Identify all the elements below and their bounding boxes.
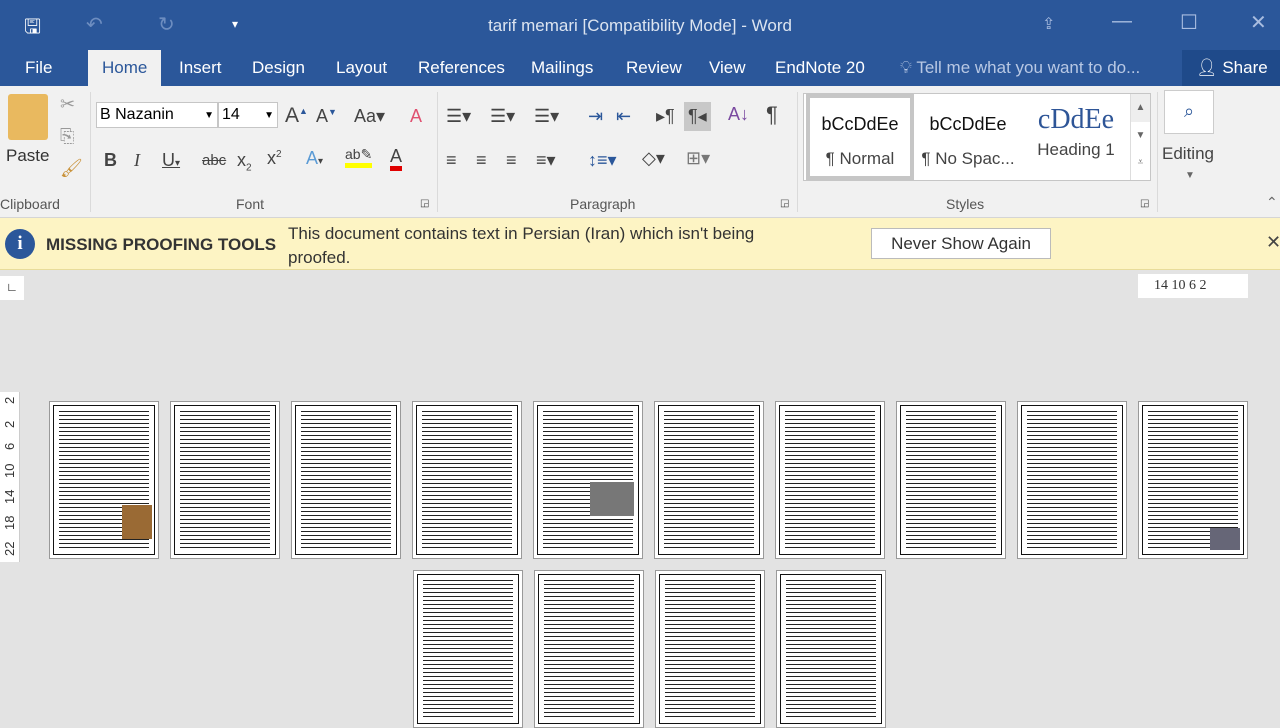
change-case-icon[interactable]: Aa▾ (354, 106, 385, 127)
line-spacing-icon[interactable]: ↕≡▾ (588, 150, 617, 171)
page-thumbnail[interactable] (170, 401, 280, 559)
message-title: MISSING PROOFING TOOLS (46, 235, 277, 254)
tab-endnote[interactable]: EndNote 20 (775, 58, 865, 78)
page-thumbnail[interactable] (291, 401, 401, 559)
window-title: tarif memari [Compatibility Mode] - Word (488, 16, 792, 35)
italic-icon[interactable]: I (134, 150, 140, 171)
tab-mailings[interactable]: Mailings (531, 58, 593, 78)
horizontal-ruler[interactable]: 14 10 6 2 (1138, 274, 1248, 298)
style-heading-1[interactable]: cDdEe Heading 1 (1022, 94, 1130, 180)
styles-gallery: bCcDdEe ¶ Normal bCcDdEe ¶ No Spac... cDdE… (803, 93, 1151, 181)
share-button[interactable]: 👤︎ Share (1182, 50, 1280, 86)
tab-selector[interactable]: ∟ (0, 276, 24, 300)
page-thumbnail[interactable] (775, 401, 885, 559)
ribbon-tabs: File Home Insert Design Layout Reference… (0, 50, 1280, 86)
align-right-icon[interactable]: ≡ (506, 150, 517, 171)
font-color-icon[interactable]: A (390, 146, 403, 171)
clear-formatting-icon[interactable]: A (410, 106, 422, 127)
vertical-ruler[interactable]: 2 2 6 10 14 18 22 (0, 392, 20, 562)
title-bar: 🖫 ↶ ↻ ▾ tarif memari [Compatibility Mode… (0, 0, 1280, 50)
style-normal[interactable]: bCcDdEe ¶ Normal (806, 94, 914, 180)
text-effects-icon[interactable]: A▾ (306, 148, 323, 169)
page-thumbnail[interactable] (413, 570, 523, 728)
font-dialog-launcher-icon[interactable]: ◲ (420, 198, 429, 209)
page-image (590, 482, 634, 516)
tab-file[interactable]: File (25, 58, 52, 78)
numbering-icon[interactable]: ☰▾ (490, 106, 515, 127)
tab-layout[interactable]: Layout (336, 58, 387, 78)
format-painter-icon[interactable]: 🖌︎ (60, 158, 83, 179)
decrease-indent-icon[interactable]: ⇥ (588, 106, 603, 127)
highlight-color-icon[interactable]: ab✎ (345, 146, 373, 168)
minimize-icon[interactable]: — (1112, 10, 1132, 33)
superscript-icon[interactable]: x2 (267, 148, 282, 169)
group-styles: Styles (946, 196, 985, 212)
rtl-icon[interactable]: ¶◂ (684, 102, 711, 131)
sort-icon[interactable]: A↓ (728, 104, 749, 125)
font-name-select[interactable]: B Nazanin ▼ (96, 102, 218, 128)
editing-button[interactable]: Editing (1162, 144, 1214, 164)
group-clipboard: Clipboard (0, 196, 60, 212)
paste-button[interactable]: Paste (6, 146, 49, 166)
tab-review[interactable]: Review (626, 58, 682, 78)
page-thumbnail[interactable] (533, 401, 643, 559)
tab-view[interactable]: View (709, 58, 746, 78)
page-thumbnail[interactable] (1017, 401, 1127, 559)
person-add-icon: 👤︎ (1196, 58, 1218, 77)
page-thumbnail[interactable] (655, 570, 765, 728)
underline-icon[interactable]: U▾ (162, 150, 180, 171)
multilevel-list-icon[interactable]: ☰▾ (534, 106, 559, 127)
find-icon[interactable]: ⌕ (1164, 90, 1214, 134)
cut-icon[interactable]: ✂ (60, 94, 75, 115)
paragraph-dialog-launcher-icon[interactable]: ◲ (780, 198, 789, 209)
shading-icon[interactable]: ◇▾ (642, 148, 665, 169)
page-thumbnail[interactable] (776, 570, 886, 728)
collapse-ribbon-icon[interactable]: ⌃ (1266, 194, 1278, 211)
never-show-again-button[interactable]: Never Show Again (871, 228, 1051, 259)
strikethrough-icon[interactable]: abc (202, 152, 226, 169)
page-image (122, 505, 152, 539)
ribbon: Paste ✂ ⎘ 🖌︎ Clipboard B Nazanin ▼ 14 ▼ A▲… (0, 86, 1280, 218)
tab-references[interactable]: References (418, 58, 505, 78)
show-formatting-marks-icon[interactable]: ¶ (766, 102, 778, 128)
page-image (1210, 528, 1240, 550)
group-font: Font (236, 196, 265, 212)
tab-home[interactable]: Home (88, 50, 162, 86)
page-thumbnail[interactable] (534, 570, 644, 728)
editing-dropdown-icon[interactable]: ▼ (1185, 170, 1195, 181)
page-thumbnail[interactable] (412, 401, 522, 559)
page-thumbnail[interactable] (654, 401, 764, 559)
ribbon-display-icon[interactable]: ⇪ (1042, 14, 1055, 34)
message-text: This document contains text in Persian (… (288, 224, 755, 267)
style-no-spacing[interactable]: bCcDdEe ¶ No Spac... (914, 94, 1022, 180)
font-size-select[interactable]: 14 ▼ (218, 102, 278, 128)
bold-icon[interactable]: B (104, 150, 117, 171)
group-paragraph: Paragraph (570, 196, 636, 212)
page-thumbnail[interactable] (896, 401, 1006, 559)
maximize-icon[interactable]: ☐ (1180, 10, 1198, 35)
bullets-icon[interactable]: ☰▾ (446, 106, 471, 127)
align-center-icon[interactable]: ≡ (476, 150, 487, 171)
tab-design[interactable]: Design (252, 58, 305, 78)
increase-indent-icon[interactable]: ⇤ (616, 106, 631, 127)
styles-dialog-launcher-icon[interactable]: ◲ (1140, 198, 1149, 209)
tab-insert[interactable]: Insert (179, 58, 222, 78)
ltr-icon[interactable]: ▸¶ (656, 106, 675, 127)
shrink-font-icon[interactable]: A▼ (316, 106, 337, 127)
subscript-icon[interactable]: x2 (237, 150, 252, 174)
info-icon: i (5, 229, 35, 259)
tell-me-search[interactable]: 💡︎ Tell me what you want to do... (900, 58, 1140, 78)
lightbulb-icon: 💡︎ (900, 58, 912, 77)
align-left-icon[interactable]: ≡ (446, 150, 457, 171)
styles-scroll[interactable]: ▲ ▼ ⩡ (1130, 94, 1150, 180)
justify-icon[interactable]: ≡▾ (536, 150, 556, 171)
borders-icon[interactable]: ⊞▾ (686, 148, 710, 169)
paste-icon[interactable] (8, 94, 48, 140)
copy-icon[interactable]: ⎘ (60, 126, 74, 147)
grow-font-icon[interactable]: A▲ (285, 104, 308, 128)
message-bar: i MISSING PROOFING TOOLS This document c… (0, 218, 1280, 270)
close-message-icon[interactable]: ✕ (1266, 232, 1280, 253)
close-icon[interactable]: ✕ (1250, 10, 1267, 35)
